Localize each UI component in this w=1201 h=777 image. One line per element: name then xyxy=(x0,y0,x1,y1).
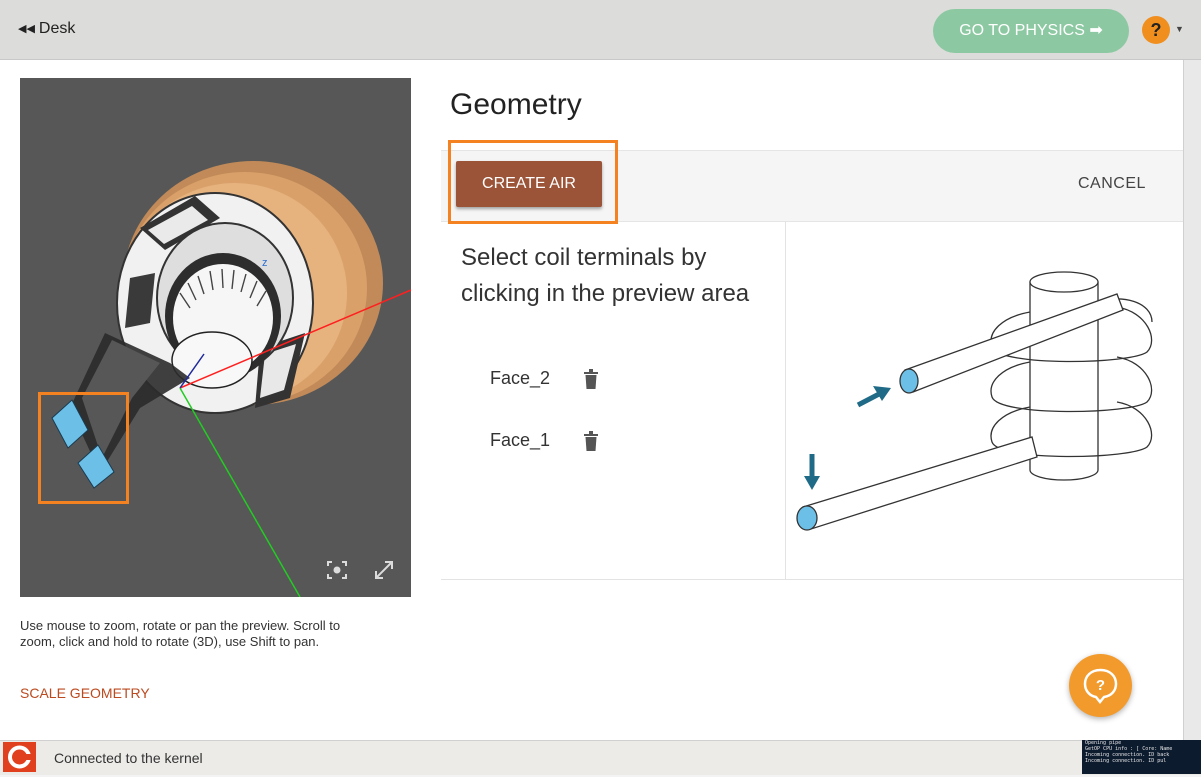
app-logo xyxy=(3,742,36,772)
connection-status: Connected to the kernel xyxy=(54,750,203,766)
face-list-item: Face_2 xyxy=(490,368,551,388)
desk-back-link[interactable]: ◀◀ Desk xyxy=(18,20,75,38)
page-title: Geometry xyxy=(450,88,582,121)
right-edge-panel xyxy=(1183,60,1201,740)
cancel-button[interactable]: CANCEL xyxy=(1078,175,1146,193)
caret-down-icon[interactable]: ▼ xyxy=(1175,24,1184,34)
go-to-physics-label: GO TO PHYSICS xyxy=(959,22,1085,39)
delete-face-2-trash-icon[interactable] xyxy=(584,369,598,389)
arrow-right-icon: ➡ xyxy=(1089,22,1103,39)
face-list-item: Face_1 xyxy=(490,430,551,450)
console-line: Incoming connection. ID pul xyxy=(1085,758,1167,764)
svg-text:?: ? xyxy=(1096,677,1105,694)
coil-terminal-illustration xyxy=(796,271,1153,531)
go-to-physics-button[interactable]: GO TO PHYSICS ➡ xyxy=(933,9,1129,53)
geometry-preview-viewport[interactable]: z xyxy=(20,78,411,597)
help-bubble-icon: ? xyxy=(1083,668,1118,705)
create-air-button[interactable]: CREATE AIR xyxy=(456,161,602,207)
preview-hint-text: Use mouse to zoom, rotate or pan the pre… xyxy=(20,618,341,649)
column-divider xyxy=(785,221,786,579)
logo-icon xyxy=(8,745,34,769)
scale-geometry-link[interactable]: SCALE GEOMETRY xyxy=(20,685,150,701)
coil-geometry-model: z xyxy=(51,161,411,597)
expand-icon[interactable] xyxy=(373,559,395,581)
console-window: Opening pipe GetOP CPU info : [ Core: Nam… xyxy=(1082,740,1201,774)
section-divider xyxy=(441,579,1183,580)
z-axis-label: z xyxy=(262,257,268,269)
focus-icon[interactable] xyxy=(326,560,348,580)
help-menu-button[interactable]: ? xyxy=(1142,16,1170,44)
help-fab-button[interactable]: ? xyxy=(1069,654,1132,717)
desk-label: Desk xyxy=(38,20,76,37)
delete-face-1-trash-icon[interactable] xyxy=(584,431,598,451)
instruction-text: Select coil terminals by clicking in the… xyxy=(461,244,750,307)
back-arrow-icon: ◀◀ xyxy=(18,23,35,35)
